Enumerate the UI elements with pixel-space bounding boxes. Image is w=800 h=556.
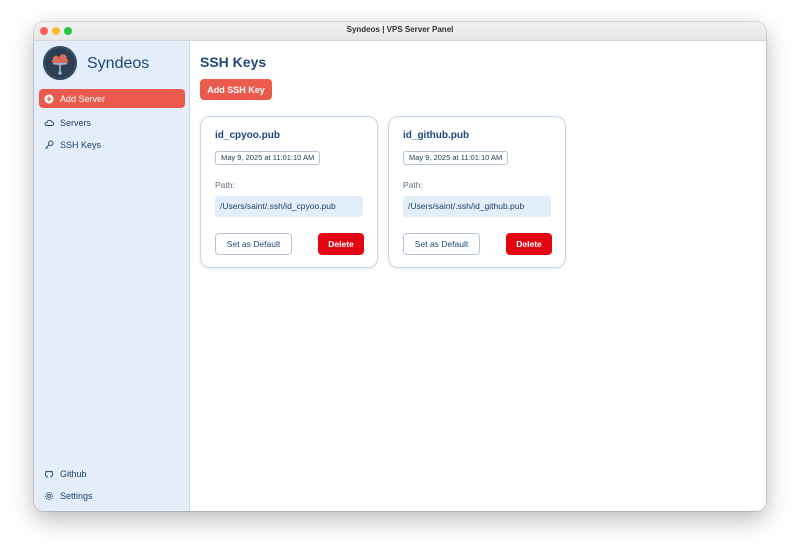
- key-date-badge: May 9, 2025 at 11:01:10 AM: [403, 151, 509, 165]
- key-path: /Users/saint/.ssh/id_github.pub: [403, 196, 551, 217]
- key-name: id_github.pub: [403, 130, 470, 141]
- app-logo: [43, 46, 77, 80]
- app-window: Syndeos | VPS Server Panel Syndeos Add S…: [34, 22, 766, 511]
- sidebar-item-label: SSH Keys: [60, 139, 102, 150]
- sidebar-item-ssh-keys[interactable]: SSH Keys: [39, 135, 185, 154]
- ssh-key-card: id_github.pub May 9, 2025 at 11:01:10 AM…: [388, 116, 566, 268]
- sidebar-item-label: Add Server: [60, 93, 106, 104]
- github-icon: [44, 469, 54, 479]
- key-date-badge: May 9, 2025 at 11:01:10 AM: [215, 151, 321, 165]
- path-label: Path:: [403, 180, 423, 190]
- ssh-key-card: id_cpyoo.pub May 9, 2025 at 11:01:10 AM …: [200, 116, 378, 268]
- delete-button[interactable]: Delete: [318, 233, 364, 255]
- key-icon: [44, 140, 54, 150]
- sidebar-item-label: Settings: [60, 490, 93, 501]
- sidebar-item-label: Github: [60, 468, 87, 479]
- gear-icon: [44, 491, 54, 501]
- sidebar-item-settings[interactable]: Settings: [39, 486, 185, 505]
- sidebar-item-add-server[interactable]: Add Server: [39, 89, 185, 108]
- path-label: Path:: [215, 180, 235, 190]
- cloud-icon: [44, 118, 54, 128]
- delete-button[interactable]: Delete: [506, 233, 552, 255]
- window-title: Syndeos | VPS Server Panel: [346, 25, 454, 34]
- set-default-button[interactable]: Set as Default: [215, 233, 292, 255]
- title-bar: Syndeos | VPS Server Panel: [34, 22, 766, 41]
- sidebar: Syndeos Add Server Servers SSH Keys Gith…: [34, 41, 190, 511]
- sidebar-item-servers[interactable]: Servers: [39, 113, 185, 132]
- plus-circle-icon: [44, 94, 54, 104]
- main-content: SSH Keys Add SSH Key id_cpyoo.pub May 9,…: [190, 41, 766, 511]
- sidebar-item-github[interactable]: Github: [39, 464, 185, 483]
- sidebar-item-label: Servers: [60, 117, 92, 128]
- add-ssh-key-button[interactable]: Add SSH Key: [200, 79, 272, 100]
- brand-name: Syndeos: [87, 55, 150, 72]
- page-title: SSH Keys: [200, 54, 267, 70]
- set-default-button[interactable]: Set as Default: [403, 233, 480, 255]
- key-path: /Users/saint/.ssh/id_cpyoo.pub: [215, 196, 363, 217]
- key-name: id_cpyoo.pub: [215, 130, 280, 141]
